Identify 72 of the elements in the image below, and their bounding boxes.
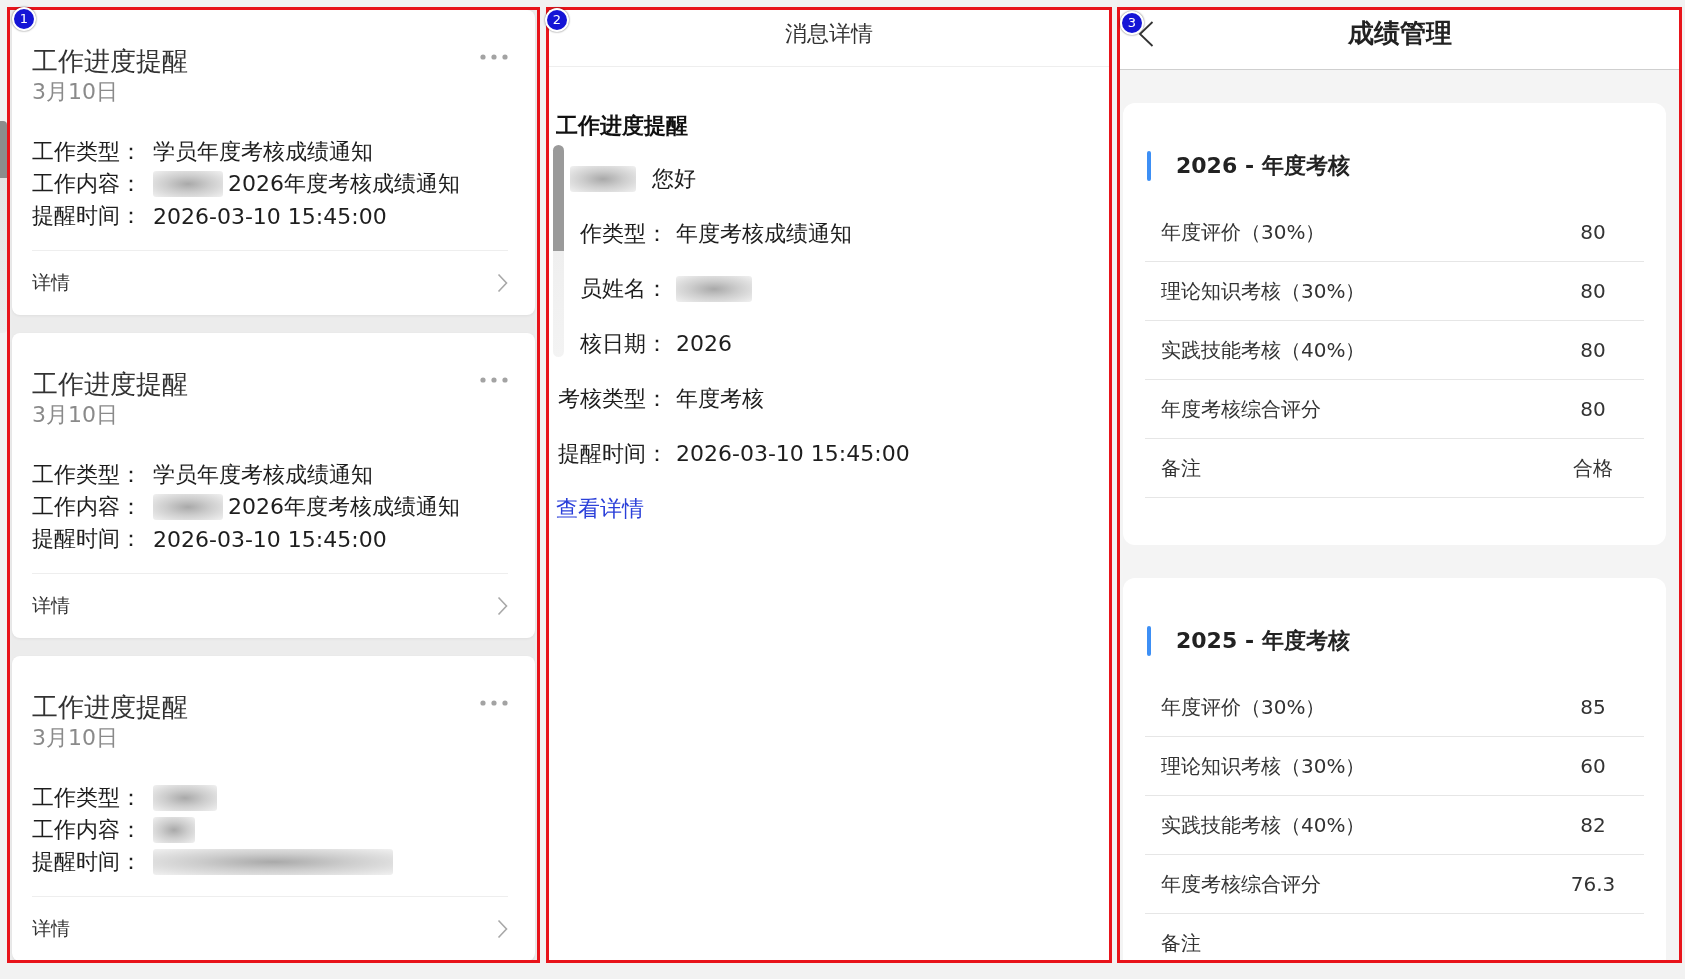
page-title: 成绩管理 — [1347, 17, 1452, 50]
field-value: 学员年度考核成绩通知 — [153, 138, 373, 166]
page-title: 消息详情 — [785, 20, 873, 48]
field-value: 年度考核 — [676, 384, 764, 413]
scrollbar[interactable] — [0, 121, 7, 333]
score-label: 理论知识考核（30%） — [1160, 752, 1366, 780]
field-value: 2026年度考核成绩通知 — [228, 493, 460, 521]
greeting-text: 您好 — [652, 164, 696, 193]
field-label: 工作内容： — [32, 493, 143, 521]
score-value: 80 — [1579, 338, 1607, 362]
field-label: 核日期： — [579, 329, 669, 358]
chevron-right-icon — [497, 273, 508, 293]
field-label: 工作内容： — [32, 816, 143, 844]
more-icon[interactable] — [480, 377, 508, 383]
card-title: 工作进度提醒 — [32, 368, 188, 401]
card-date: 3月10日 — [32, 78, 118, 106]
field-value: 学员年度考核成绩通知 — [153, 461, 373, 489]
field-label: 工作类型： — [32, 784, 143, 812]
number-badge: 1 — [12, 7, 36, 31]
score-label: 备注 — [1160, 929, 1201, 957]
field-value: 年度考核成绩通知 — [676, 219, 852, 248]
details-link[interactable]: 详情 — [32, 251, 508, 315]
card-title: 工作进度提醒 — [32, 45, 188, 78]
score-value: 82 — [1579, 813, 1607, 837]
score-label: 备注 — [1160, 454, 1201, 482]
accent-bar — [1147, 626, 1151, 656]
score-label: 实践技能考核（40%） — [1160, 336, 1366, 364]
message-heading: 工作进度提醒 — [556, 112, 688, 140]
more-icon[interactable] — [480, 54, 508, 60]
field-value: 2026-03-10 15:45:00 — [676, 441, 910, 466]
score-value: 80 — [1579, 397, 1607, 421]
field-label: 考核类型： — [557, 384, 669, 413]
score-label: 年度评价（30%） — [1160, 693, 1326, 721]
section-title: 2025 - 年度考核 — [1176, 627, 1350, 655]
score-label: 年度考核综合评分 — [1160, 395, 1321, 423]
score-value: 85 — [1579, 695, 1607, 719]
field-label: 员姓名： — [579, 274, 669, 303]
card-date: 3月10日 — [32, 401, 118, 429]
scrollbar[interactable] — [553, 145, 564, 357]
score-label: 实践技能考核（40%） — [1160, 811, 1366, 839]
card-date: 3月10日 — [32, 724, 118, 752]
score-value: 80 — [1579, 220, 1607, 244]
section-title: 2026 - 年度考核 — [1176, 152, 1350, 180]
view-details-link[interactable]: 查看详情 — [556, 493, 644, 524]
chevron-right-icon — [497, 596, 508, 616]
field-value: 2026-03-10 15:45:00 — [153, 203, 387, 229]
score-label: 年度考核综合评分 — [1160, 870, 1321, 898]
field-label: 工作类型： — [32, 461, 143, 489]
score-value: 76.3 — [1569, 872, 1617, 896]
score-value: 60 — [1579, 754, 1607, 778]
field-label: 工作内容： — [32, 170, 143, 198]
score-label: 理论知识考核（30%） — [1160, 277, 1366, 305]
field-label: 提醒时间： — [557, 439, 669, 468]
number-badge: 2 — [545, 8, 569, 32]
field-value: 2026年度考核成绩通知 — [228, 170, 460, 198]
more-icon[interactable] — [480, 700, 508, 706]
field-label: 作类型： — [579, 219, 669, 248]
score-value: 合格 — [1572, 454, 1614, 482]
score-value: 80 — [1579, 279, 1607, 303]
field-value: 2026-03-10 15:45:00 — [153, 526, 387, 552]
details-link[interactable]: 详情 — [32, 574, 508, 638]
field-label: 工作类型： — [32, 138, 143, 166]
field-label: 提醒时间： — [32, 848, 143, 876]
score-label: 年度评价（30%） — [1160, 218, 1326, 246]
chevron-right-icon — [497, 919, 508, 939]
field-label: 提醒时间： — [32, 525, 143, 553]
back-icon[interactable] — [1138, 20, 1154, 47]
details-link[interactable]: 详情 — [32, 897, 508, 960]
card-title: 工作进度提醒 — [32, 691, 188, 724]
field-label: 提醒时间： — [32, 202, 143, 230]
accent-bar — [1147, 151, 1151, 181]
field-value: 2026 — [676, 331, 732, 356]
